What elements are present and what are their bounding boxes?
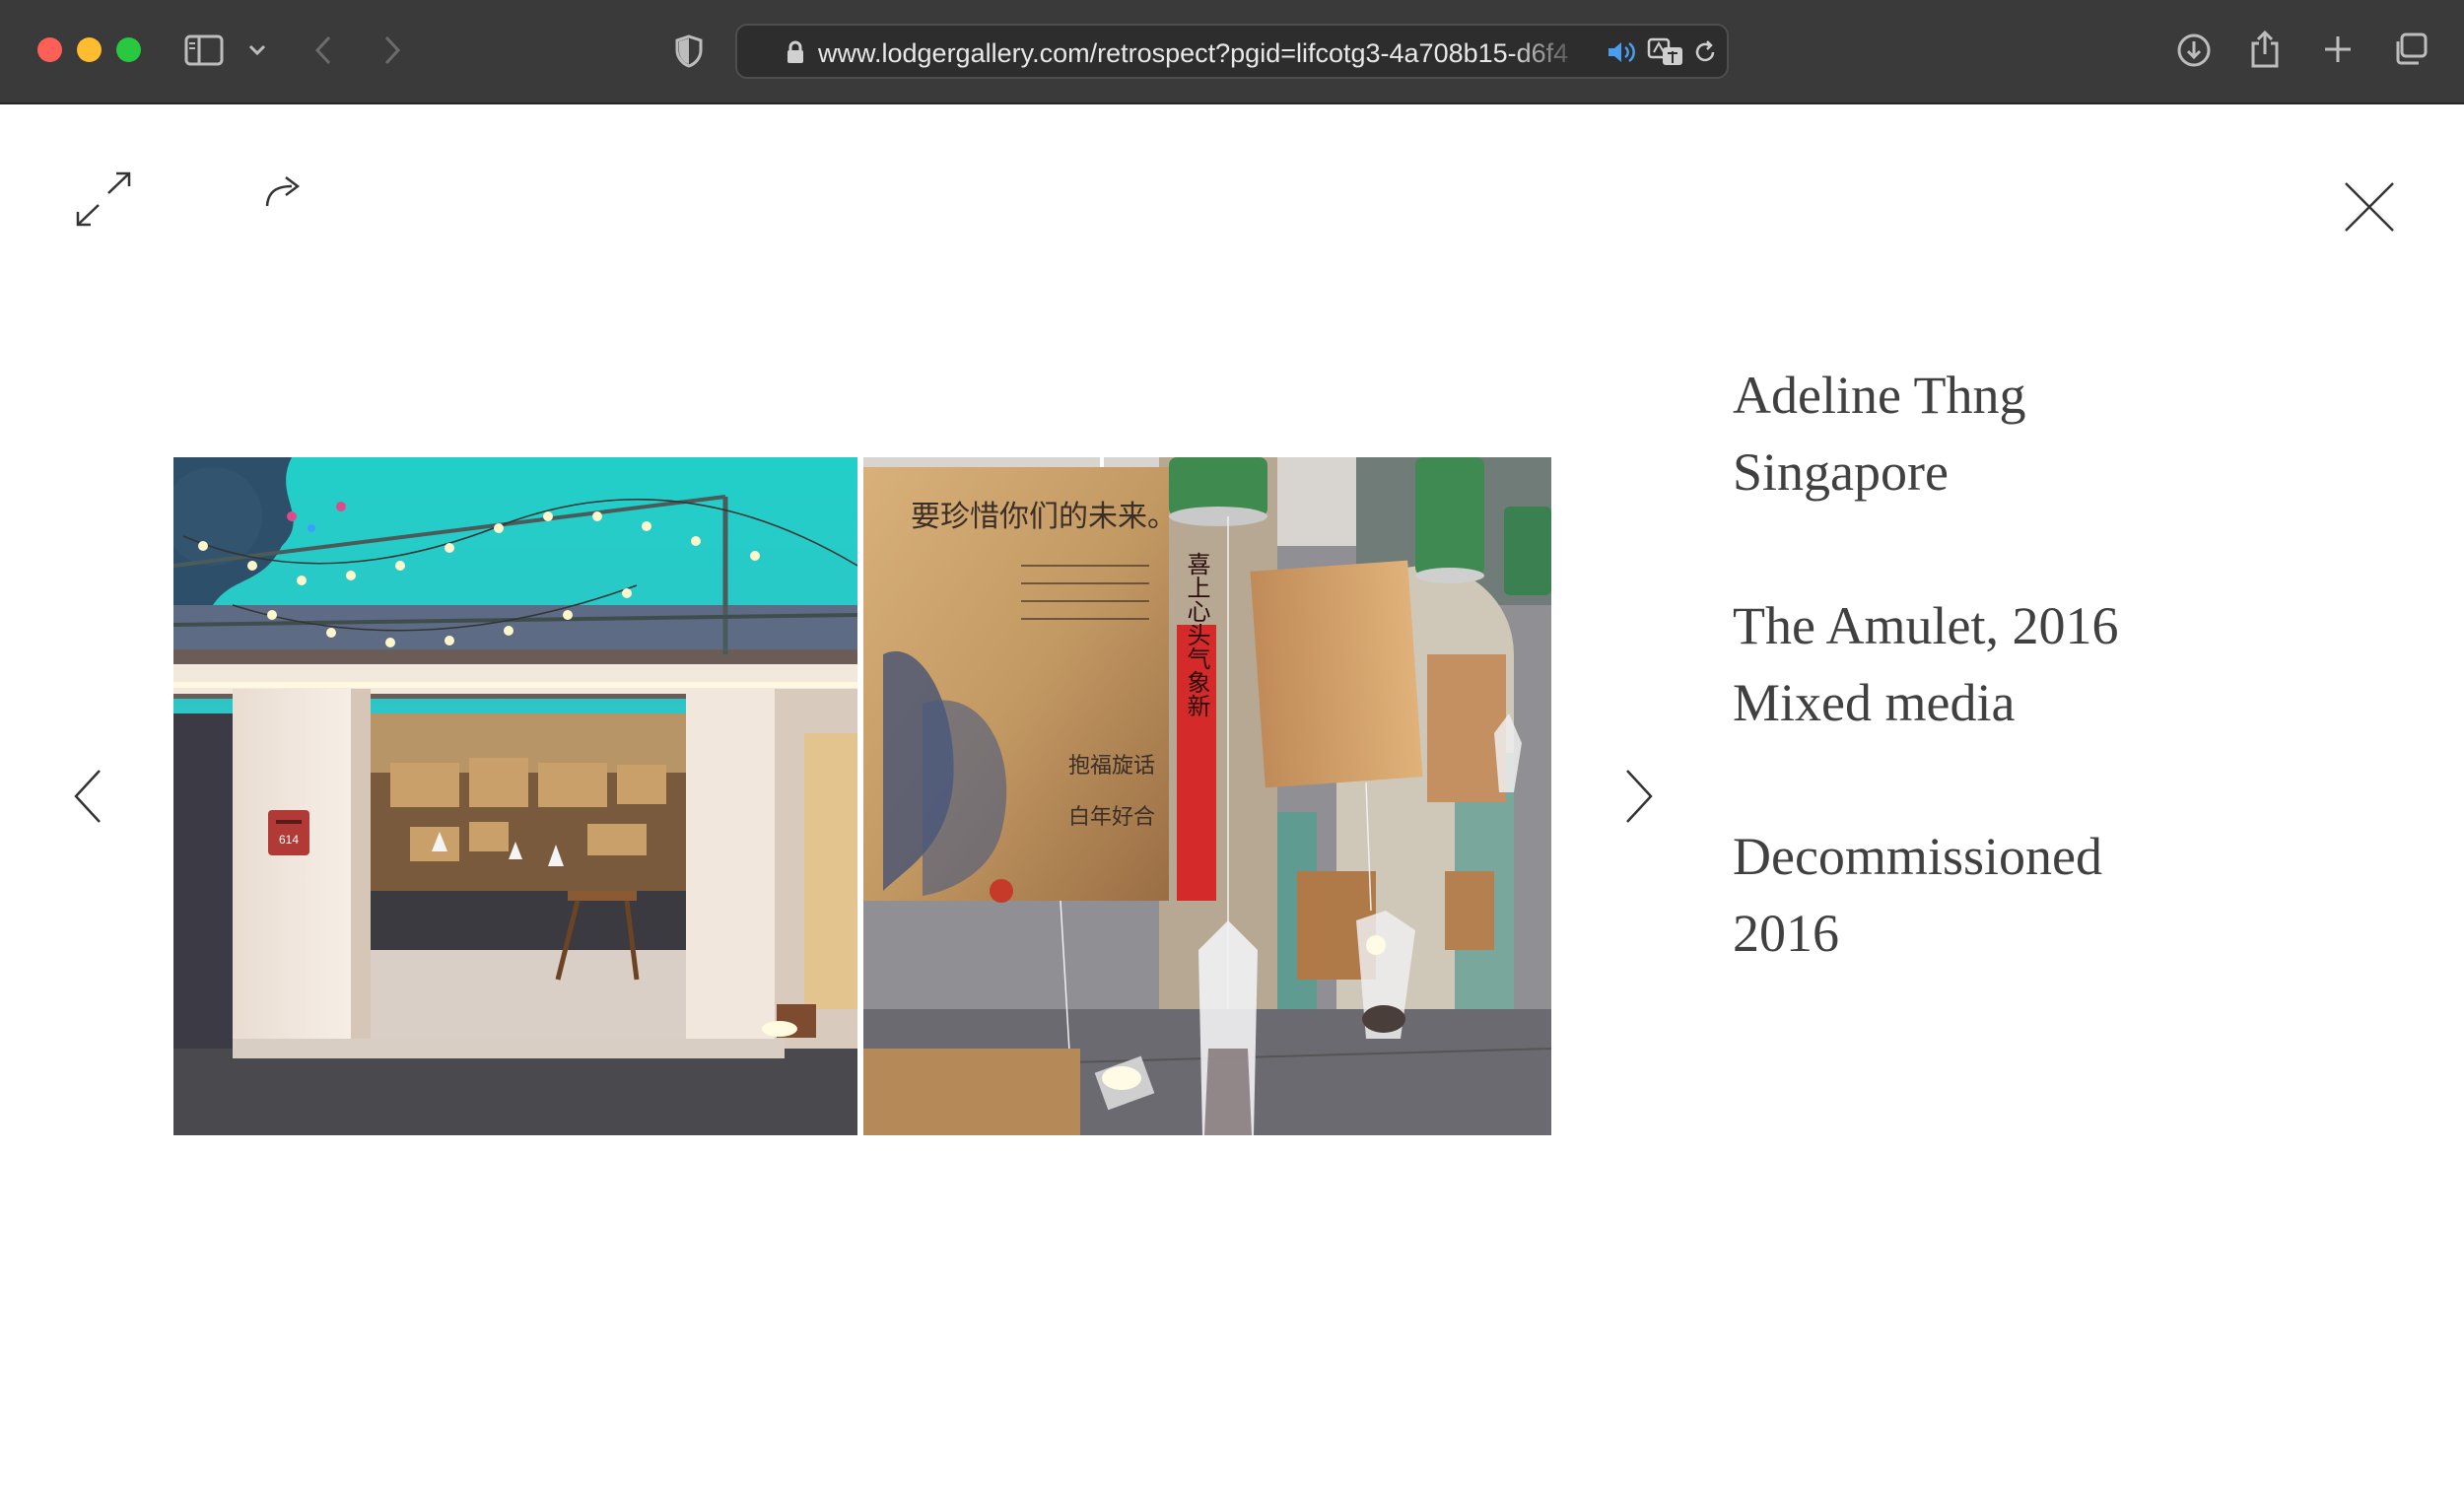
forward-icon[interactable] — [376, 32, 408, 69]
artist-country: Singapore — [1733, 442, 1949, 502]
red-strip-text: 喜上心头气象新 — [1183, 552, 1210, 717]
address-bar[interactable]: www.lodgergallery.com/retrospect?pgid=li… — [735, 24, 1729, 79]
lock-icon — [785, 39, 806, 65]
mailbox-number: 614 — [279, 833, 299, 847]
download-icon[interactable] — [2174, 31, 2214, 70]
close-icon[interactable] — [2344, 181, 2395, 233]
shield-icon[interactable] — [672, 33, 706, 70]
back-icon[interactable] — [308, 32, 339, 69]
panel-banner-text: 要珍惜你们的未来。 — [911, 500, 1177, 534]
expand-icon[interactable] — [75, 171, 132, 227]
browser-toolbar: www.lodgergallery.com/retrospect?pgid=li… — [0, 0, 2464, 104]
artwork-info: Adeline Thng Singapore The Amulet, 2016 … — [1733, 357, 2363, 1049]
artwork-gallery: 614 要珍惜你们的未来。 抱福旋话 白年好合 喜上心头气象新 — [173, 457, 1551, 1135]
work-status-year: 2016 — [1733, 904, 1839, 963]
artwork-photo-pavilion[interactable]: 614 — [173, 457, 857, 1135]
artist-name: Adeline Thng — [1733, 366, 2026, 425]
work-title-year: The Amulet, 2016 — [1733, 596, 2119, 655]
url-text[interactable]: www.lodgergallery.com/retrospect?pgid=li… — [818, 38, 1587, 68]
new-tab-icon[interactable] — [2320, 32, 2356, 67]
reload-icon[interactable] — [1689, 37, 1721, 67]
work-block: The Amulet, 2016 Mixed media — [1733, 587, 2363, 741]
zoom-window-button[interactable] — [116, 37, 141, 62]
work-status: Decommissioned — [1733, 827, 2102, 886]
work-medium: Mixed media — [1733, 673, 2016, 732]
panel-sign-2: 白年好合 — [1068, 805, 1155, 830]
artist-block: Adeline Thng Singapore — [1733, 357, 2363, 510]
tabs-overview-icon[interactable] — [2391, 30, 2430, 69]
close-window-button[interactable] — [37, 37, 62, 62]
prev-arrow-icon[interactable] — [71, 769, 104, 824]
share-icon[interactable] — [2247, 28, 2283, 71]
chevron-down-icon[interactable] — [244, 39, 270, 61]
panel-sign-1: 抱福旋话 — [1068, 754, 1155, 779]
minimize-window-button[interactable] — [77, 37, 102, 62]
status-block: Decommissioned 2016 — [1733, 818, 2363, 972]
artwork-photo-panels[interactable]: 要珍惜你们的未来。 抱福旋话 白年好合 喜上心头气象新 — [863, 457, 1551, 1135]
speaker-icon[interactable] — [1605, 37, 1640, 67]
next-arrow-icon[interactable] — [1622, 769, 1656, 824]
sidebar-icon[interactable] — [183, 32, 225, 69]
share-arrow-icon[interactable] — [264, 173, 304, 209]
translate-icon[interactable] — [1646, 36, 1685, 68]
